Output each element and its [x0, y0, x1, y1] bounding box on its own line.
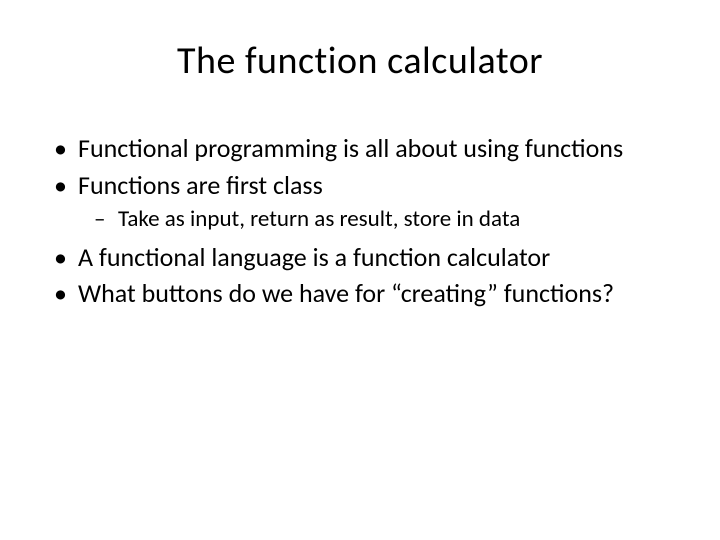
slide-content: Functional programming is all about usin… [40, 132, 680, 310]
slide-title: The function calculator [40, 38, 680, 84]
sub-bullet-item: Take as input, return as result, store i… [90, 205, 680, 235]
sub-bullet-list: Take as input, return as result, store i… [78, 205, 680, 235]
bullet-text: Functions are first class [78, 169, 323, 201]
bullet-list: Functional programming is all about usin… [50, 132, 680, 310]
bullet-item: Functions are first class Take as input,… [50, 169, 680, 235]
bullet-item: What buttons do we have for “creating” f… [50, 277, 680, 310]
slide: The function calculator Functional progr… [0, 0, 720, 540]
bullet-item: A functional language is a function calc… [50, 241, 680, 274]
bullet-item: Functional programming is all about usin… [50, 132, 680, 165]
